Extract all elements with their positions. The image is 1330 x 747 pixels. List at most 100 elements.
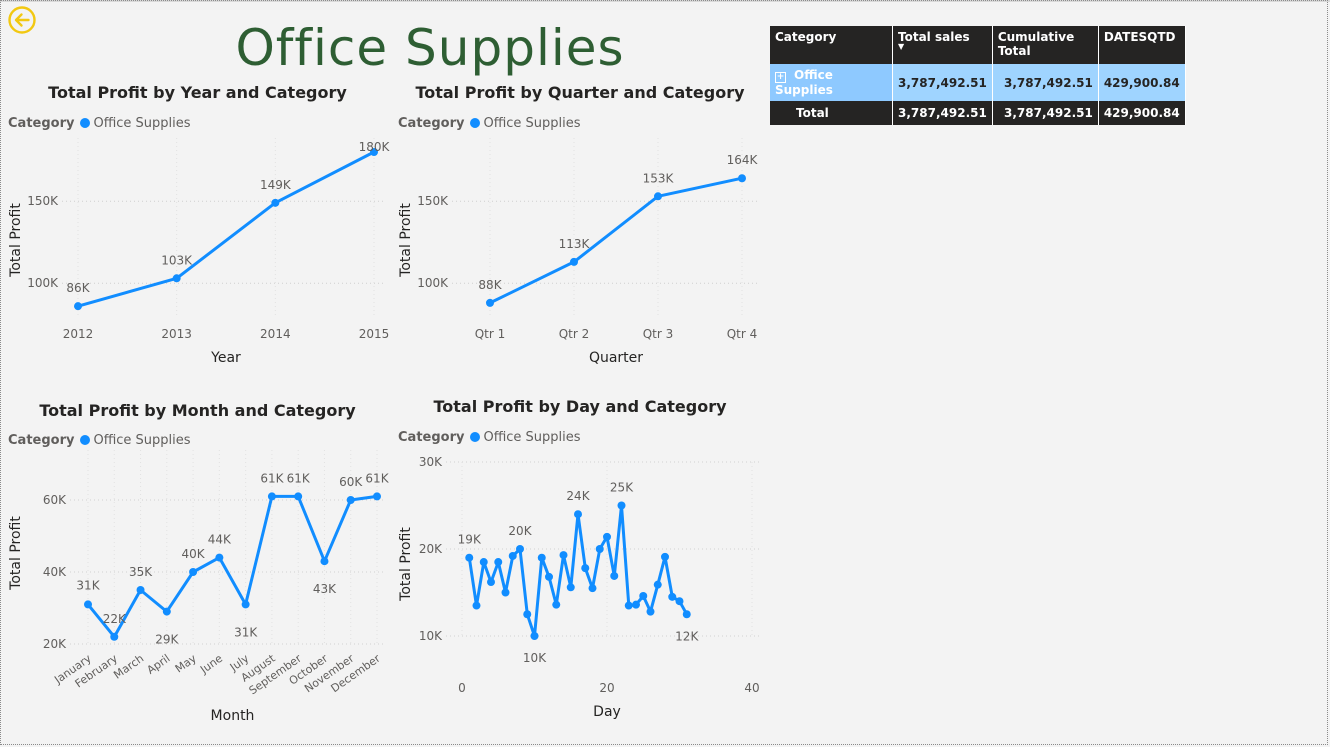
cell-total-sales: 3,787,492.51 [892,64,993,101]
y-tick-label: 100K [417,276,449,290]
data-point [552,600,561,609]
data-point [215,553,224,562]
x-tick-label: 2012 [63,327,94,341]
x-tick-label: Qtr 1 [475,327,506,341]
data-label: 12K [675,629,699,643]
x-axis-title: Quarter [589,350,643,366]
header-datesqtd[interactable]: DATESQTD [1098,26,1186,64]
data-label: 153K [643,171,675,185]
data-point [668,592,677,601]
data-point [172,274,181,283]
data-point [570,257,578,266]
data-point [487,578,495,587]
data-label: 61K [287,471,311,485]
cell-category[interactable]: + Office Supplies [770,64,893,101]
data-label: 88K [478,278,502,292]
x-axis-title: Month [211,708,255,724]
cell-datesqtd: 429,900.84 [1098,101,1186,125]
data-point [508,551,517,560]
sort-desc-icon: ▼ [898,42,905,51]
data-label: 31K [76,578,100,592]
data-label: 61K [260,471,284,485]
x-tick-label: 40 [744,681,759,695]
data-label: 60K [339,475,363,489]
x-tick-label: Qtr 2 [559,327,590,341]
line-plot: 100K 150K Qtr 1 Qtr 2 Qtr 3 Qtr 4 Quarter Total… [398,138,760,366]
chart-profit-by-year[interactable]: Total Profit by Year and Category Catego… [0,80,395,380]
data-label: 86K [66,281,90,295]
data-point [738,174,746,183]
y-tick-label: 150K [417,194,449,208]
x-axis-title: Day [593,704,621,720]
data-point [632,600,640,609]
table-row[interactable]: + Office Supplies 3,787,492.51 3,787,492.… [770,64,1186,101]
data-point [294,492,303,501]
data-point [566,583,575,592]
chart-profit-by-quarter[interactable]: Total Profit by Quarter and Category Cat… [390,80,770,380]
data-label: 164K [727,153,759,167]
header-cumulative-total[interactable]: Cumulative Total [992,26,1099,64]
data-point [465,553,474,562]
data-point [654,192,662,201]
table-total-row: Total 3,787,492.51 3,787,492.51 429,900.… [770,101,1186,125]
data-point [523,610,532,619]
data-label: 22K [103,612,127,626]
data-point [617,501,626,510]
data-point [545,572,553,581]
data-point [559,551,568,560]
header-category[interactable]: Category [770,26,893,64]
data-label: 25K [610,481,634,495]
x-tick-label: Qtr 4 [727,327,758,341]
page-title: Office Supplies [235,19,625,77]
data-point [479,558,488,567]
y-tick-label: 60K [43,493,67,507]
x-tick-label: 2013 [161,327,192,341]
data-label: 149K [260,178,292,192]
data-point [494,558,503,567]
summary-table: Category Total sales ▼ Cumulative Total D… [770,26,1186,125]
series-line [467,504,689,638]
data-label: 44K [208,533,232,547]
line-plot: 100K 150K 2012 2013 2014 2015 Year Total Profit… [8,138,391,366]
expand-icon[interactable]: + [775,72,786,83]
cell-total-label: Total [770,101,893,125]
line-plot: 20K40K60KJanuaryFebruaryMarchApril May Jun… [8,450,390,724]
data-point [595,545,604,553]
top-border [0,0,1330,2]
table-header-row: Category Total sales ▼ Cumulative Total D… [770,26,1186,64]
data-point [373,492,381,501]
x-axis-title: Year [210,350,241,366]
data-point [581,564,590,573]
cell-cumulative-total: 3,787,492.51 [992,64,1099,101]
line-plot: 10K 20K 30K 0 20 40 Day Total Profit 19K 20K 10K 24… [398,455,760,720]
data-label: 113K [559,237,591,251]
header-total-sales[interactable]: Total sales ▼ [892,26,993,64]
data-label: 10K [523,651,547,665]
data-point [574,510,582,519]
x-tick-label: 0 [458,681,466,695]
data-point [537,553,546,562]
x-tick-label: Qtr 3 [643,327,674,341]
cell-cumulative-total: 3,787,492.51 [992,101,1099,125]
data-point [603,532,611,541]
data-point [661,552,669,561]
data-point [84,600,92,609]
chart-profit-by-month[interactable]: Total Profit by Month and Category Categ… [0,398,395,733]
data-point [267,492,276,501]
y-tick-label: 10K [419,629,443,643]
x-tick-label: June [197,652,225,677]
cell-total-sales: 3,787,492.51 [892,101,993,125]
back-arrow-icon[interactable] [8,6,36,34]
data-point [241,600,250,609]
data-label: 40K [182,547,206,561]
data-point [486,298,494,307]
data-point [639,591,648,600]
x-tick-label: 2014 [260,327,291,341]
x-tick-label: March [111,652,146,682]
data-point [646,607,655,616]
data-point [162,607,171,616]
y-tick-label: 100K [27,276,59,290]
data-label: 180K [359,140,391,154]
chart-profit-by-day[interactable]: Total Profit by Day and Category Categor… [390,394,770,729]
data-label: 20K [508,524,532,538]
